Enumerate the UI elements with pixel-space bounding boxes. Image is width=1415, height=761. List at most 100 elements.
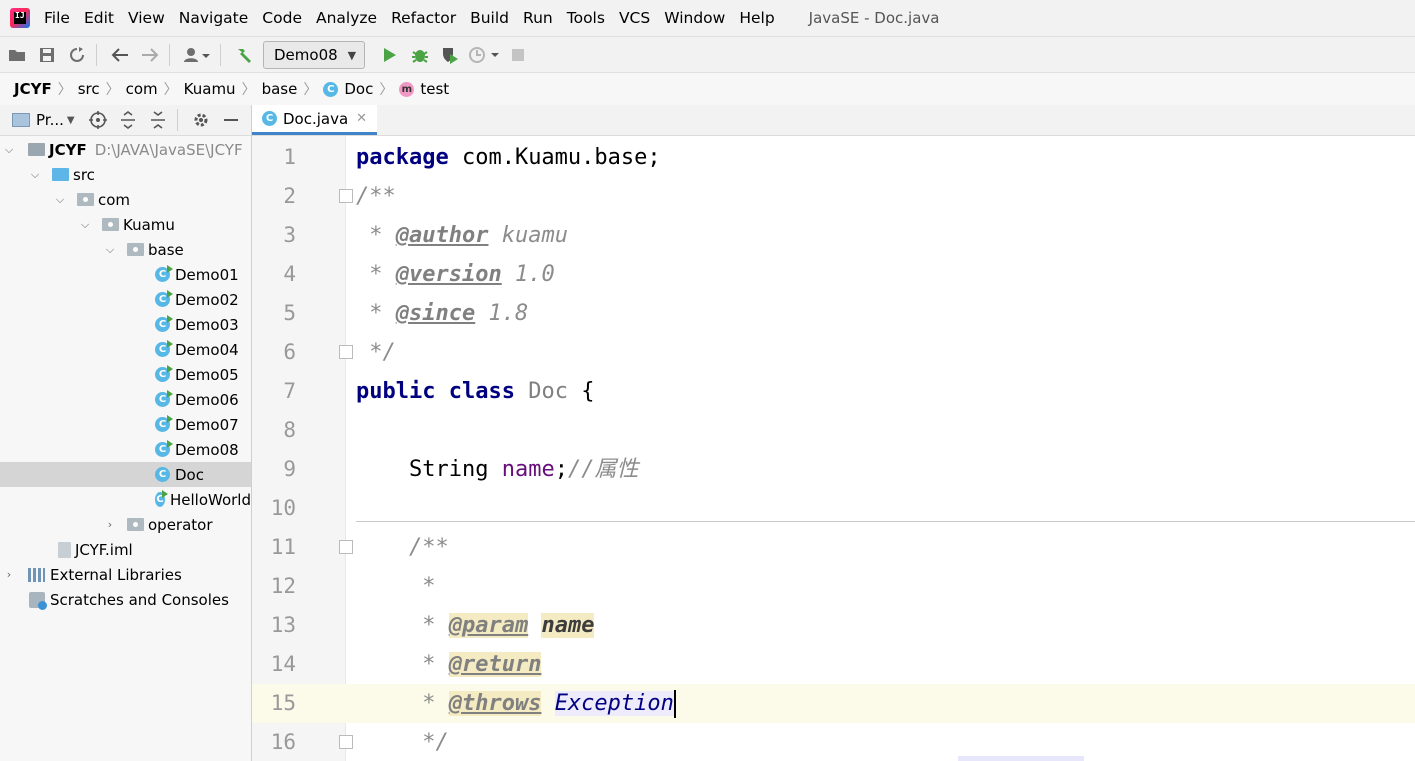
tree-item-class-demo04[interactable]: C Demo04 [0, 337, 251, 362]
code-line[interactable]: 13 * @param name [252, 606, 1415, 645]
back-arrow-icon[interactable] [107, 42, 133, 68]
chevron-down-icon[interactable]: ⌵ [28, 168, 42, 182]
chevron-down-icon[interactable]: ⌵ [103, 243, 117, 257]
tree-item-label: Demo06 [175, 390, 239, 409]
tree-item-class-helloworld[interactable]: C HelloWorld [0, 487, 251, 512]
close-icon[interactable]: ✕ [356, 111, 367, 126]
chevron-right-icon[interactable]: › [103, 518, 117, 531]
code-line[interactable]: 16 */ [252, 723, 1415, 761]
gear-icon[interactable] [188, 107, 214, 133]
menu-edit[interactable]: Edit [84, 9, 114, 27]
tree-item-iml[interactable]: JCYF.iml [0, 537, 251, 562]
open-folder-icon[interactable] [4, 42, 30, 68]
fold-marker-icon[interactable] [339, 189, 353, 203]
run-with-coverage-icon[interactable] [437, 42, 463, 68]
breadcrumb-com[interactable]: com [126, 80, 158, 98]
save-all-icon[interactable] [34, 42, 60, 68]
tree-item-kuamu[interactable]: ⌵ Kuamu [0, 212, 251, 237]
tree-item-scratches[interactable]: Scratches and Consoles [0, 587, 251, 612]
menu-analyze[interactable]: Analyze [316, 9, 377, 27]
menu-help[interactable]: Help [739, 9, 774, 27]
forward-arrow-icon[interactable] [137, 42, 163, 68]
vcs-user-icon[interactable] [180, 42, 214, 68]
code-line-current[interactable]: 15 * @throws Exception [252, 684, 1415, 723]
project-view-selector[interactable]: Pr... [36, 111, 64, 129]
tree-item-class-doc[interactable]: C Doc [0, 462, 251, 487]
tree-item-operator[interactable]: › operator [0, 512, 251, 537]
chevron-right-icon[interactable]: › [2, 568, 16, 581]
breadcrumb-kuamu[interactable]: Kuamu [184, 80, 236, 98]
breadcrumb-src[interactable]: src [78, 80, 100, 98]
menu-code[interactable]: Code [262, 9, 302, 27]
expand-all-icon[interactable] [115, 107, 141, 133]
tree-item-com[interactable]: ⌵ com [0, 187, 251, 212]
chevron-down-icon[interactable]: ⌵ [2, 143, 16, 157]
code-line[interactable]: 7 public class Doc { [252, 372, 1415, 411]
stop-icon[interactable] [505, 42, 531, 68]
chevron-down-icon[interactable]: ⌵ [53, 193, 67, 207]
code-text: String name;//属性 [408, 457, 639, 482]
project-tree: ⌵ JCYF D:\JAVA\JavaSE\JCYF ⌵ src ⌵ com ⌵… [0, 136, 251, 761]
tree-item-label: Kuamu [123, 215, 175, 234]
tree-item-class-demo07[interactable]: C Demo07 [0, 412, 251, 437]
code-line[interactable]: 8 [252, 411, 1415, 450]
code-line[interactable]: 9 String name;//属性 [252, 450, 1415, 489]
synchronize-icon[interactable] [64, 42, 90, 68]
locate-target-icon[interactable] [85, 107, 111, 133]
package-icon [127, 243, 144, 256]
code-line[interactable]: 12 * [252, 567, 1415, 606]
tree-item-class-demo02[interactable]: C Demo02 [0, 287, 251, 312]
toolbar-separator [96, 44, 97, 66]
menu-build[interactable]: Build [470, 9, 509, 27]
breadcrumb-base[interactable]: base [262, 80, 298, 98]
toolbar-separator [169, 44, 170, 66]
menu-tools[interactable]: Tools [567, 9, 605, 27]
menu-window[interactable]: Window [664, 9, 725, 27]
line-number: 16 [270, 730, 296, 754]
runnable-class-icon: C [155, 390, 173, 407]
build-hammer-icon[interactable] [231, 42, 257, 68]
tree-item-class-demo06[interactable]: C Demo06 [0, 387, 251, 412]
code-line[interactable]: 2 /** [252, 177, 1415, 216]
code-line[interactable]: 14 * @return [252, 645, 1415, 684]
chevron-down-icon[interactable]: ▼ [67, 115, 75, 126]
menu-vcs[interactable]: VCS [619, 9, 650, 27]
code-line[interactable]: 3 * @author kuamu [252, 216, 1415, 255]
code-line[interactable]: 10 [252, 489, 1415, 528]
breadcrumb-project[interactable]: JCYF [14, 80, 52, 98]
tree-item-class-demo03[interactable]: C Demo03 [0, 312, 251, 337]
run-icon[interactable] [377, 42, 403, 68]
collapse-all-icon[interactable] [145, 107, 171, 133]
menu-view[interactable]: View [128, 9, 165, 27]
fold-marker-icon[interactable] [339, 345, 353, 359]
breadcrumb-doc[interactable]: C Doc [323, 80, 373, 98]
tree-item-class-demo05[interactable]: C Demo05 [0, 362, 251, 387]
tree-item-external-libraries[interactable]: › External Libraries [0, 562, 251, 587]
code-line[interactable]: 11 /** [252, 528, 1415, 567]
code-line[interactable]: 6 */ [252, 333, 1415, 372]
code-line[interactable]: 5 * @since 1.8 [252, 294, 1415, 333]
hide-panel-icon[interactable] [218, 107, 244, 133]
menu-run[interactable]: Run [523, 9, 553, 27]
fold-marker-icon[interactable] [339, 735, 353, 749]
code-line[interactable]: 4 * @version 1.0 [252, 255, 1415, 294]
debug-icon[interactable] [407, 42, 433, 68]
selection-highlight [958, 756, 1084, 761]
fold-marker-icon[interactable] [339, 540, 353, 554]
tab-doc-java[interactable]: C Doc.java ✕ [252, 105, 378, 135]
code-editor[interactable]: 1 package com.Kuamu.base; 2 /** 3 * @aut… [252, 136, 1415, 761]
tree-item-src[interactable]: ⌵ src [0, 162, 251, 187]
tree-item-project-root[interactable]: ⌵ JCYF D:\JAVA\JavaSE\JCYF [0, 137, 251, 162]
menu-navigate[interactable]: Navigate [179, 9, 249, 27]
menu-refactor[interactable]: Refactor [391, 9, 456, 27]
profile-icon[interactable] [467, 42, 501, 68]
tree-item-base[interactable]: ⌵ base [0, 237, 251, 262]
run-configuration-dropdown[interactable]: Demo08 ▼ [263, 41, 366, 69]
menu-file[interactable]: File [44, 9, 70, 27]
chevron-down-icon[interactable]: ⌵ [78, 218, 92, 232]
breadcrumb-test[interactable]: m test [399, 80, 449, 98]
tree-item-class-demo08[interactable]: C Demo08 [0, 437, 251, 462]
method-separator [356, 521, 1415, 522]
code-line[interactable]: 1 package com.Kuamu.base; [252, 138, 1415, 177]
tree-item-class-demo01[interactable]: C Demo01 [0, 262, 251, 287]
